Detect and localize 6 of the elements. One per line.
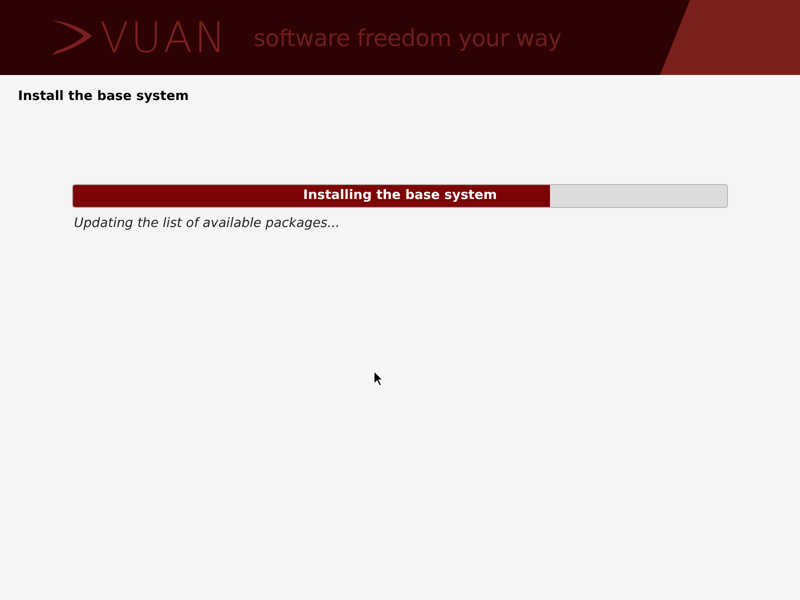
mouse-cursor-icon (373, 370, 384, 387)
status-text: Updating the list of available packages... (74, 214, 341, 232)
progress-label: Installing the base system (302, 186, 498, 205)
tagline: software freedom your way (254, 25, 562, 54)
logo-wordmark: VUAN (100, 16, 228, 58)
step-title: Install the base system (18, 88, 190, 106)
